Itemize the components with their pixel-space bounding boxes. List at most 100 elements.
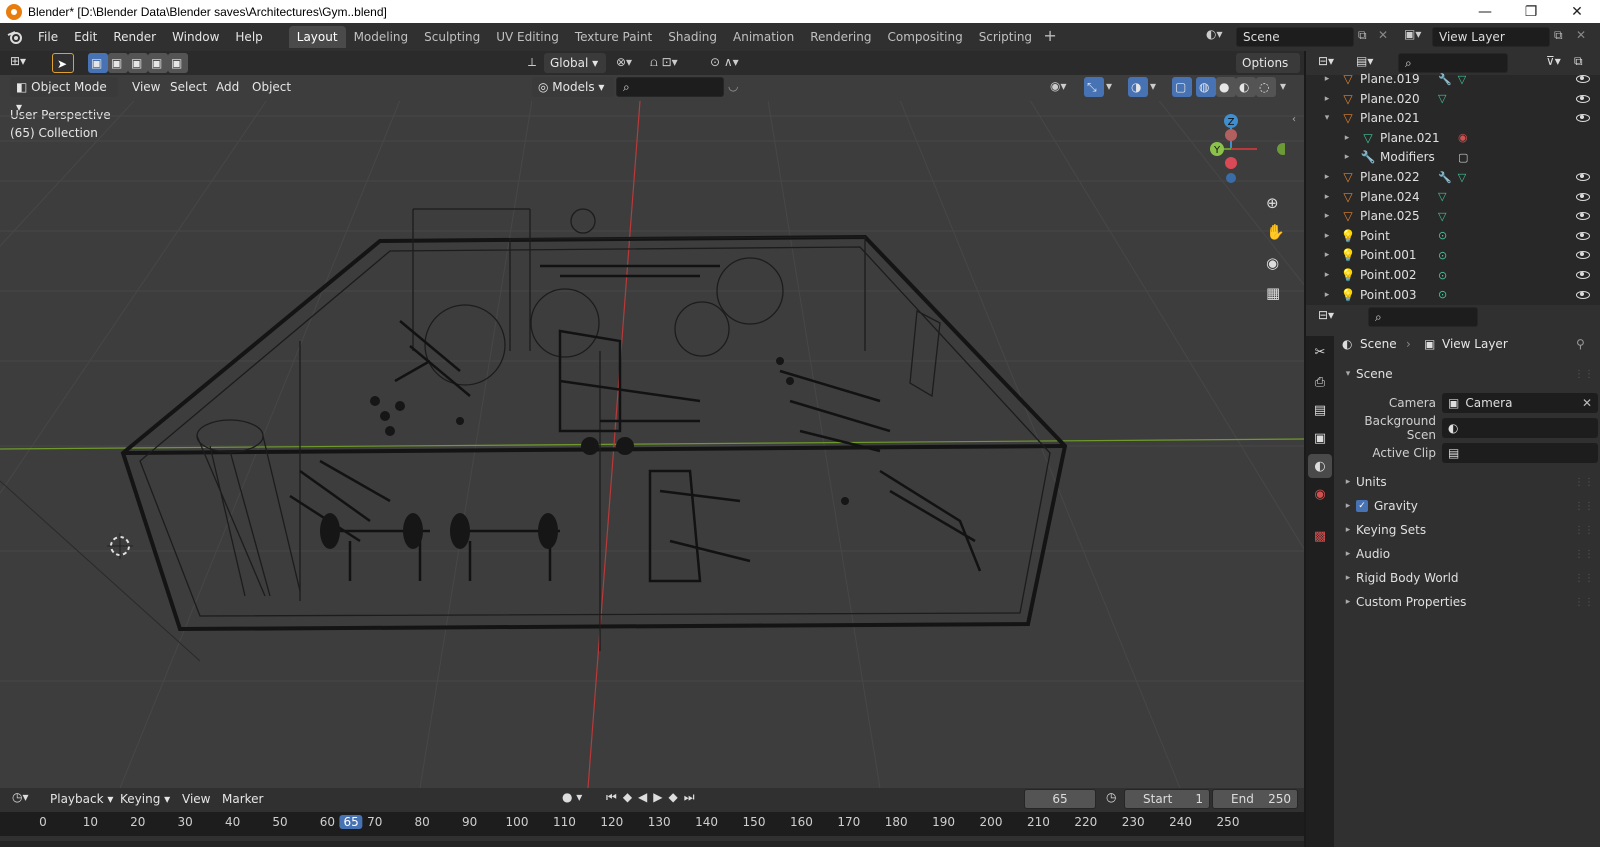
expand-arrow-icon[interactable]: ▸ [1322,231,1332,241]
outliner-row[interactable]: ▸ ▽ Plane.024 ▽ [1306,187,1600,207]
select-mode-invert-icon[interactable]: ▣ [148,53,168,73]
outliner-row-label[interactable]: Point [1360,229,1432,243]
scene-icon[interactable]: ◐▾ [1206,27,1223,41]
menu-help[interactable]: Help [227,23,270,51]
collection-filter-dropdown[interactable]: ◎ Models ▾ [532,77,614,97]
light-data-icon[interactable]: ⊙ [1438,229,1447,242]
outliner-row-label[interactable]: Point.001 [1360,248,1432,262]
navigation-gizmo[interactable]: Z Y [1205,113,1285,193]
visibility-eye-icon[interactable] [1576,114,1590,123]
background-scene-field[interactable]: ◐ [1442,418,1598,438]
outliner-row[interactable]: ▸ ▽ Plane.022 🔧 ▽ [1306,167,1600,187]
visibility-icon[interactable]: ◉▾ [1050,79,1067,93]
mesh-data-icon[interactable]: ▽ [1458,73,1466,86]
scene-name-field[interactable]: Scene [1236,27,1354,47]
outliner-row[interactable]: ▸ 🔧 Modifiers ▢ [1306,147,1600,167]
visibility-eye-icon[interactable] [1576,212,1590,221]
add-workspace-button[interactable]: + [1040,27,1060,47]
select-mode-extend-icon[interactable]: ▣ [108,53,128,73]
camera-view-icon[interactable]: ◉ [1266,254,1279,272]
tool-tab-icon[interactable]: ✂ [1308,340,1332,364]
outliner-row[interactable]: ▸ ▽ Plane.020 ▽ [1306,89,1600,109]
timeline-scrollbar[interactable] [0,841,1304,847]
falloff-icon[interactable]: ◡ [728,79,738,93]
new-view-layer-icon[interactable]: ⧉ [1554,28,1563,43]
view-layer-field[interactable]: View Layer [1432,27,1550,47]
display-mode-icon[interactable]: ▤▾ [1356,54,1373,68]
properties-editor-type-icon[interactable]: ⊟▾ [1318,308,1334,322]
expand-arrow-icon[interactable]: ▸ [1322,290,1332,300]
tab-rendering[interactable]: Rendering [802,26,879,48]
outliner-row[interactable]: ▾ ▽ Plane.021 [1306,108,1600,128]
zoom-icon[interactable]: ⊕ [1266,194,1279,212]
expand-arrow-icon[interactable]: ▸ [1342,133,1352,143]
light-data-icon[interactable]: ⊙ [1438,288,1447,301]
rigid-body-world-section[interactable]: ▸ Rigid Body World ⋮⋮ [1340,567,1598,589]
outliner-row-label[interactable]: Point.002 [1360,268,1432,282]
audio-section[interactable]: ▸ Audio ⋮⋮ [1340,543,1598,565]
outliner-row[interactable]: ▸ ▽ Plane.025 ▽ [1306,206,1600,226]
outliner-row[interactable]: ▸ ▽ Plane.021 ◉ [1306,128,1600,148]
outliner-row[interactable]: ▸ 💡 Point.003 ⊙ [1306,285,1600,305]
units-section[interactable]: ▸ Units ⋮⋮ [1340,471,1598,493]
select-mode-subtract-icon[interactable]: ▣ [128,53,148,73]
remove-scene-icon[interactable]: ✕ [1378,28,1388,42]
pin-icon[interactable]: ⚲ [1576,337,1585,351]
wireframe-shading-icon[interactable]: ◍ [1196,77,1216,97]
outliner-row[interactable]: ▸ ▽ Plane.019 🔧 ▽ [1306,69,1600,89]
visibility-eye-icon[interactable] [1576,75,1590,83]
light-data-icon[interactable]: ⊙ [1438,249,1447,262]
outliner-row[interactable]: ▸ 💡 Point.002 ⊙ [1306,265,1600,285]
tab-sculpting[interactable]: Sculpting [416,26,488,48]
viewport-menu-select[interactable]: Select [164,77,213,97]
expand-arrow-icon[interactable]: ▸ [1322,211,1332,221]
new-scene-icon[interactable]: ⧉ [1358,28,1367,43]
close-window-button[interactable]: ✕ [1554,0,1600,23]
modifier-icon[interactable]: 🔧 [1438,73,1452,86]
tab-scripting[interactable]: Scripting [971,26,1040,48]
outliner-row-label[interactable]: Plane.019 [1360,72,1432,86]
expand-arrow-icon[interactable]: ▸ [1322,270,1332,280]
scene-tab-icon[interactable]: ◐ [1308,454,1332,478]
expand-arrow-icon[interactable]: ▸ [1322,74,1332,84]
outliner-row[interactable]: ▸ 💡 Point ⊙ [1306,226,1600,246]
new-collection-icon[interactable]: ⧉ [1574,54,1583,69]
mesh-data-icon[interactable]: ▽ [1438,210,1446,223]
world-tab-icon[interactable]: ◉ [1308,482,1332,506]
object-mode-dropdown[interactable]: ◧ Object Mode ▾ [10,77,118,114]
material-shading-icon[interactable]: ◐ [1236,77,1256,97]
mesh-data-icon[interactable]: ▽ [1438,190,1446,203]
mesh-data-icon[interactable]: ▽ [1438,92,1446,105]
viewport-search-input[interactable]: ⌕ [616,77,724,97]
render-tab-icon[interactable]: ⎙ [1308,370,1332,394]
clear-camera-icon[interactable]: ✕ [1582,393,1592,413]
3d-viewport[interactable]: ⊞▾ ➤ ▣ ▣ ▣ ▣ ▣ ⟂ Global ▾ ⊗▾ ⩍ ⊡▾ ⊙ ∧▾ O… [0,51,1304,788]
xray-toggle-icon[interactable]: ▢ [1172,77,1192,97]
select-tool-icon[interactable]: ➤ [52,53,74,73]
blender-menu-icon[interactable] [0,30,30,44]
expand-arrow-icon[interactable]: ▾ [1322,113,1332,123]
viewport-menu-object[interactable]: Object [246,77,297,97]
outliner-row-label[interactable]: Plane.024 [1360,190,1432,204]
visibility-eye-icon[interactable] [1576,231,1590,240]
outliner-editor-type-icon[interactable]: ⊟▾ [1318,54,1334,68]
camera-field[interactable]: ▣ Camera ✕ [1442,393,1598,413]
expand-arrow-icon[interactable]: ▸ [1322,192,1332,202]
mesh-data-icon[interactable]: ▽ [1458,171,1466,184]
menu-edit[interactable]: Edit [66,23,105,51]
outliner-row-label[interactable]: Plane.021 [1380,131,1452,145]
viewport-menu-add[interactable]: Add [210,77,245,97]
outliner-row-label[interactable]: Plane.021 [1360,111,1432,125]
visibility-eye-icon[interactable] [1576,271,1590,279]
light-data-icon[interactable]: ⊙ [1438,269,1447,282]
gizmo-toggle-icon[interactable]: ⤡ [1084,77,1104,97]
minimize-button[interactable]: — [1462,0,1508,23]
viewport-menu-view[interactable]: View [126,77,166,97]
outliner-row-label[interactable]: Plane.020 [1360,92,1432,106]
overlays-toggle-icon[interactable]: ◑ [1128,77,1148,97]
visibility-eye-icon[interactable] [1576,290,1590,299]
outliner-row-label[interactable]: Plane.022 [1360,170,1432,184]
keying-sets-section[interactable]: ▸ Keying Sets ⋮⋮ [1340,519,1598,541]
perspective-toggle-icon[interactable]: ▦ [1266,284,1280,302]
properties-search-input[interactable]: ⌕ [1368,307,1478,327]
